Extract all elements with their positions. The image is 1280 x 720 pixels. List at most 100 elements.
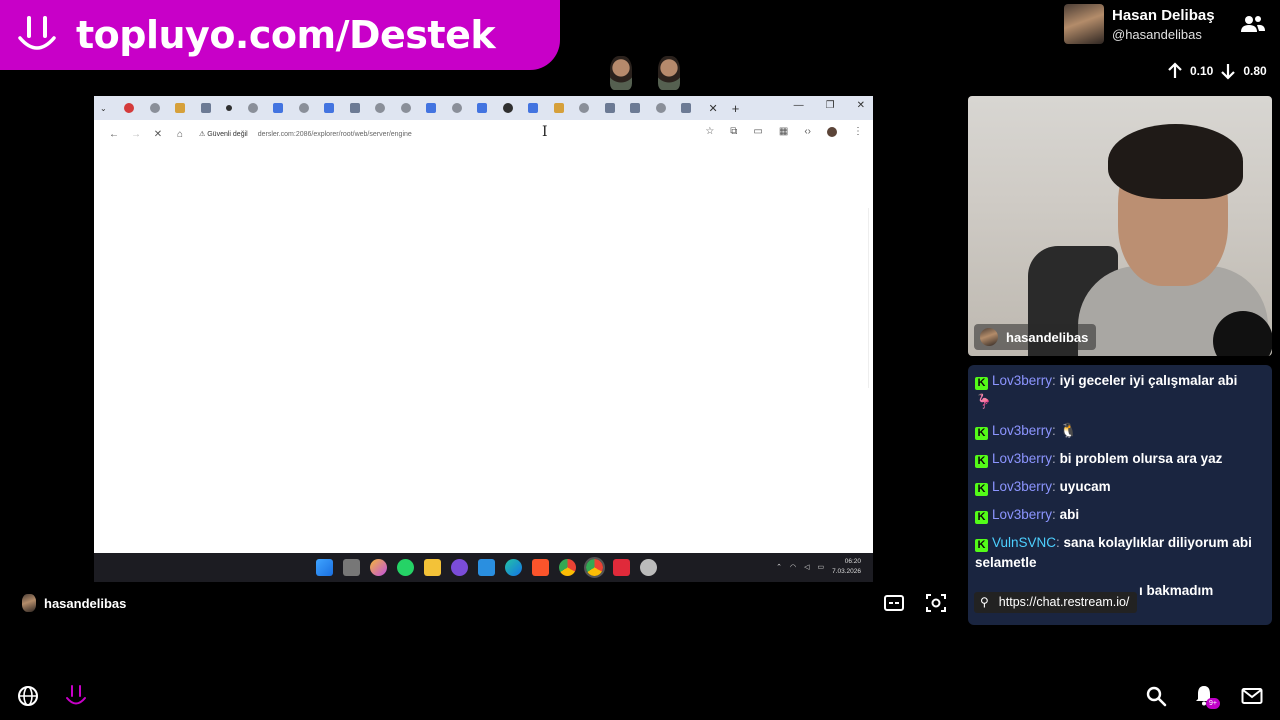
task-view-icon[interactable]: [343, 559, 360, 576]
media-controls: [884, 594, 946, 612]
avatar: [22, 594, 36, 612]
webcam-username: hasandelibas: [1006, 329, 1089, 345]
bandwidth-stats: 0.10 0.80: [1166, 62, 1267, 80]
security-warning[interactable]: ⚠ Güvenli değil: [199, 130, 248, 138]
tab-favicon-icon[interactable]: [502, 103, 513, 113]
cast-icon[interactable]: ▭: [753, 126, 762, 137]
tab-favicon-icon[interactable]: [124, 103, 134, 113]
tab-favicon-icon[interactable]: [226, 105, 232, 111]
webcam-feed: hasandelibas: [968, 96, 1272, 356]
minimize-button[interactable]: —: [794, 100, 804, 111]
penguin-emoji-icon: 🐧: [1059, 422, 1077, 438]
smile-logo-icon[interactable]: [64, 683, 88, 709]
smile-logo-icon: [18, 16, 56, 50]
tab-favicon-icon[interactable]: [655, 103, 666, 113]
chat-username[interactable]: VulnSVNC: [992, 535, 1056, 550]
search-icon[interactable]: [1145, 685, 1167, 707]
people-icon[interactable]: [1240, 14, 1266, 34]
tab-favicon-icon[interactable]: [604, 103, 615, 113]
maximize-button[interactable]: ❐: [826, 100, 835, 111]
scrollbar[interactable]: [868, 208, 869, 388]
chat-username[interactable]: Lov3berry: [992, 479, 1052, 494]
tab-favicon-icon[interactable]: [298, 103, 309, 113]
chat-username[interactable]: Lov3berry: [992, 451, 1052, 466]
app-icon[interactable]: [613, 559, 630, 576]
clock[interactable]: 06:20 7.03.2026: [832, 557, 861, 577]
browser-profile-icon[interactable]: [827, 126, 837, 137]
chat-message: K Lov3berry: iyi geceler iyi çalışmalar a…: [975, 373, 1238, 409]
volume-icon[interactable]: ◁: [804, 563, 809, 571]
tab-favicon-icon[interactable]: [349, 103, 360, 113]
browser-toolbar: ← → ✕ ⌂ ⚠ Güvenli değil dersler.com:2086…: [94, 120, 873, 148]
chat-message: K Lov3berry: 🐧: [975, 420, 1264, 441]
webcam-name-tag: hasandelibas: [974, 324, 1097, 350]
windows-start-icon[interactable]: [316, 559, 333, 576]
tab-favicon-icon[interactable]: [579, 103, 589, 113]
streamer-profile[interactable]: Hasan Delibaş @hasandelibas: [1064, 4, 1215, 44]
tab-favicon-icon[interactable]: [149, 103, 160, 113]
tab-favicon-icon[interactable]: [630, 103, 640, 113]
tab-search-icon[interactable]: ⌄: [100, 104, 108, 113]
address-bar[interactable]: ⚠ Güvenli değil dersler.com:2086/explore…: [199, 125, 412, 143]
wifi-icon[interactable]: ◠: [790, 563, 796, 571]
edge-icon[interactable]: [505, 559, 522, 576]
globe-icon[interactable]: [17, 685, 39, 707]
vscode-icon[interactable]: [478, 559, 495, 576]
screenshot-icon[interactable]: [926, 594, 946, 612]
chat-username[interactable]: Lov3berry: [992, 373, 1052, 388]
app-icon[interactable]: [640, 559, 657, 576]
apps-icon[interactable]: ▦: [779, 126, 788, 137]
stop-icon[interactable]: ✕: [147, 129, 169, 140]
tab-favicon-icon[interactable]: [273, 103, 283, 113]
avatar: [980, 328, 998, 346]
kick-icon: K: [975, 539, 988, 552]
mail-icon[interactable]: [1241, 687, 1263, 705]
tab-favicon-icon[interactable]: [324, 103, 334, 113]
avatar: [1064, 4, 1104, 44]
tab-favicon-icon[interactable]: [528, 103, 538, 113]
arrow-down-icon: [1221, 64, 1236, 80]
tab-favicon-icon[interactable]: [175, 103, 185, 113]
forward-icon[interactable]: →: [125, 129, 147, 140]
chat-username[interactable]: Lov3berry: [992, 507, 1052, 522]
home-icon[interactable]: ⌂: [169, 129, 191, 140]
file-explorer-icon[interactable]: [424, 559, 441, 576]
close-window-button[interactable]: ✕: [857, 100, 865, 111]
download-value: 0.80: [1243, 64, 1267, 78]
brave-icon[interactable]: [532, 559, 549, 576]
tab-favicon-icon[interactable]: [200, 103, 211, 113]
tray-chevron-icon[interactable]: ⌃: [776, 563, 782, 571]
chat-username[interactable]: Lov3berry: [992, 423, 1052, 438]
captions-icon[interactable]: [884, 594, 904, 612]
battery-icon[interactable]: ▭: [817, 563, 824, 571]
app-icon[interactable]: [451, 559, 468, 576]
copilot-icon[interactable]: [370, 559, 387, 576]
profile-name: Hasan Delibaş: [1112, 6, 1215, 24]
tab-favicon-icon[interactable]: [247, 103, 258, 113]
bookmark-star-icon[interactable]: ☆: [705, 126, 714, 137]
tab-favicon-icon[interactable]: [477, 103, 487, 113]
back-icon[interactable]: ←: [103, 129, 125, 140]
menu-kebab-icon[interactable]: ⋮: [853, 126, 863, 137]
chat-panel: K Lov3berry: iyi geceler iyi çalışmalar a…: [968, 365, 1272, 625]
tab-favicon-icon[interactable]: [400, 103, 411, 113]
tab-favicon-icon[interactable]: [426, 103, 436, 113]
extensions-icon[interactable]: ⧉: [730, 126, 737, 137]
new-tab-button[interactable]: +: [732, 101, 740, 116]
browser-tabstrip: ⌄ ✕ + — ❐ ✕: [94, 96, 873, 120]
kick-icon: K: [975, 455, 988, 468]
tab-close-button[interactable]: ✕: [709, 102, 718, 115]
windows-taskbar: ⌃ ◠ ◁ ▭ 06:20 7.03.2026: [94, 553, 873, 582]
host-tag[interactable]: hasandelibas: [22, 594, 126, 612]
tab-favicon-icon[interactable]: [553, 103, 564, 113]
devtools-icon[interactable]: ‹›: [804, 126, 811, 137]
tab-favicon-icon[interactable]: [451, 103, 462, 113]
tab-favicon-icon[interactable]: [375, 103, 385, 113]
notification-badge: 9+: [1206, 698, 1220, 709]
url-text[interactable]: dersler.com:2086/explorer/root/web/serve…: [258, 131, 412, 138]
tab-favicon-icon[interactable]: [681, 103, 691, 113]
whatsapp-icon[interactable]: [397, 559, 414, 576]
chrome-icon[interactable]: [559, 559, 576, 576]
link-icon: ⚲: [980, 595, 989, 609]
chrome-active-icon[interactable]: [584, 557, 605, 578]
